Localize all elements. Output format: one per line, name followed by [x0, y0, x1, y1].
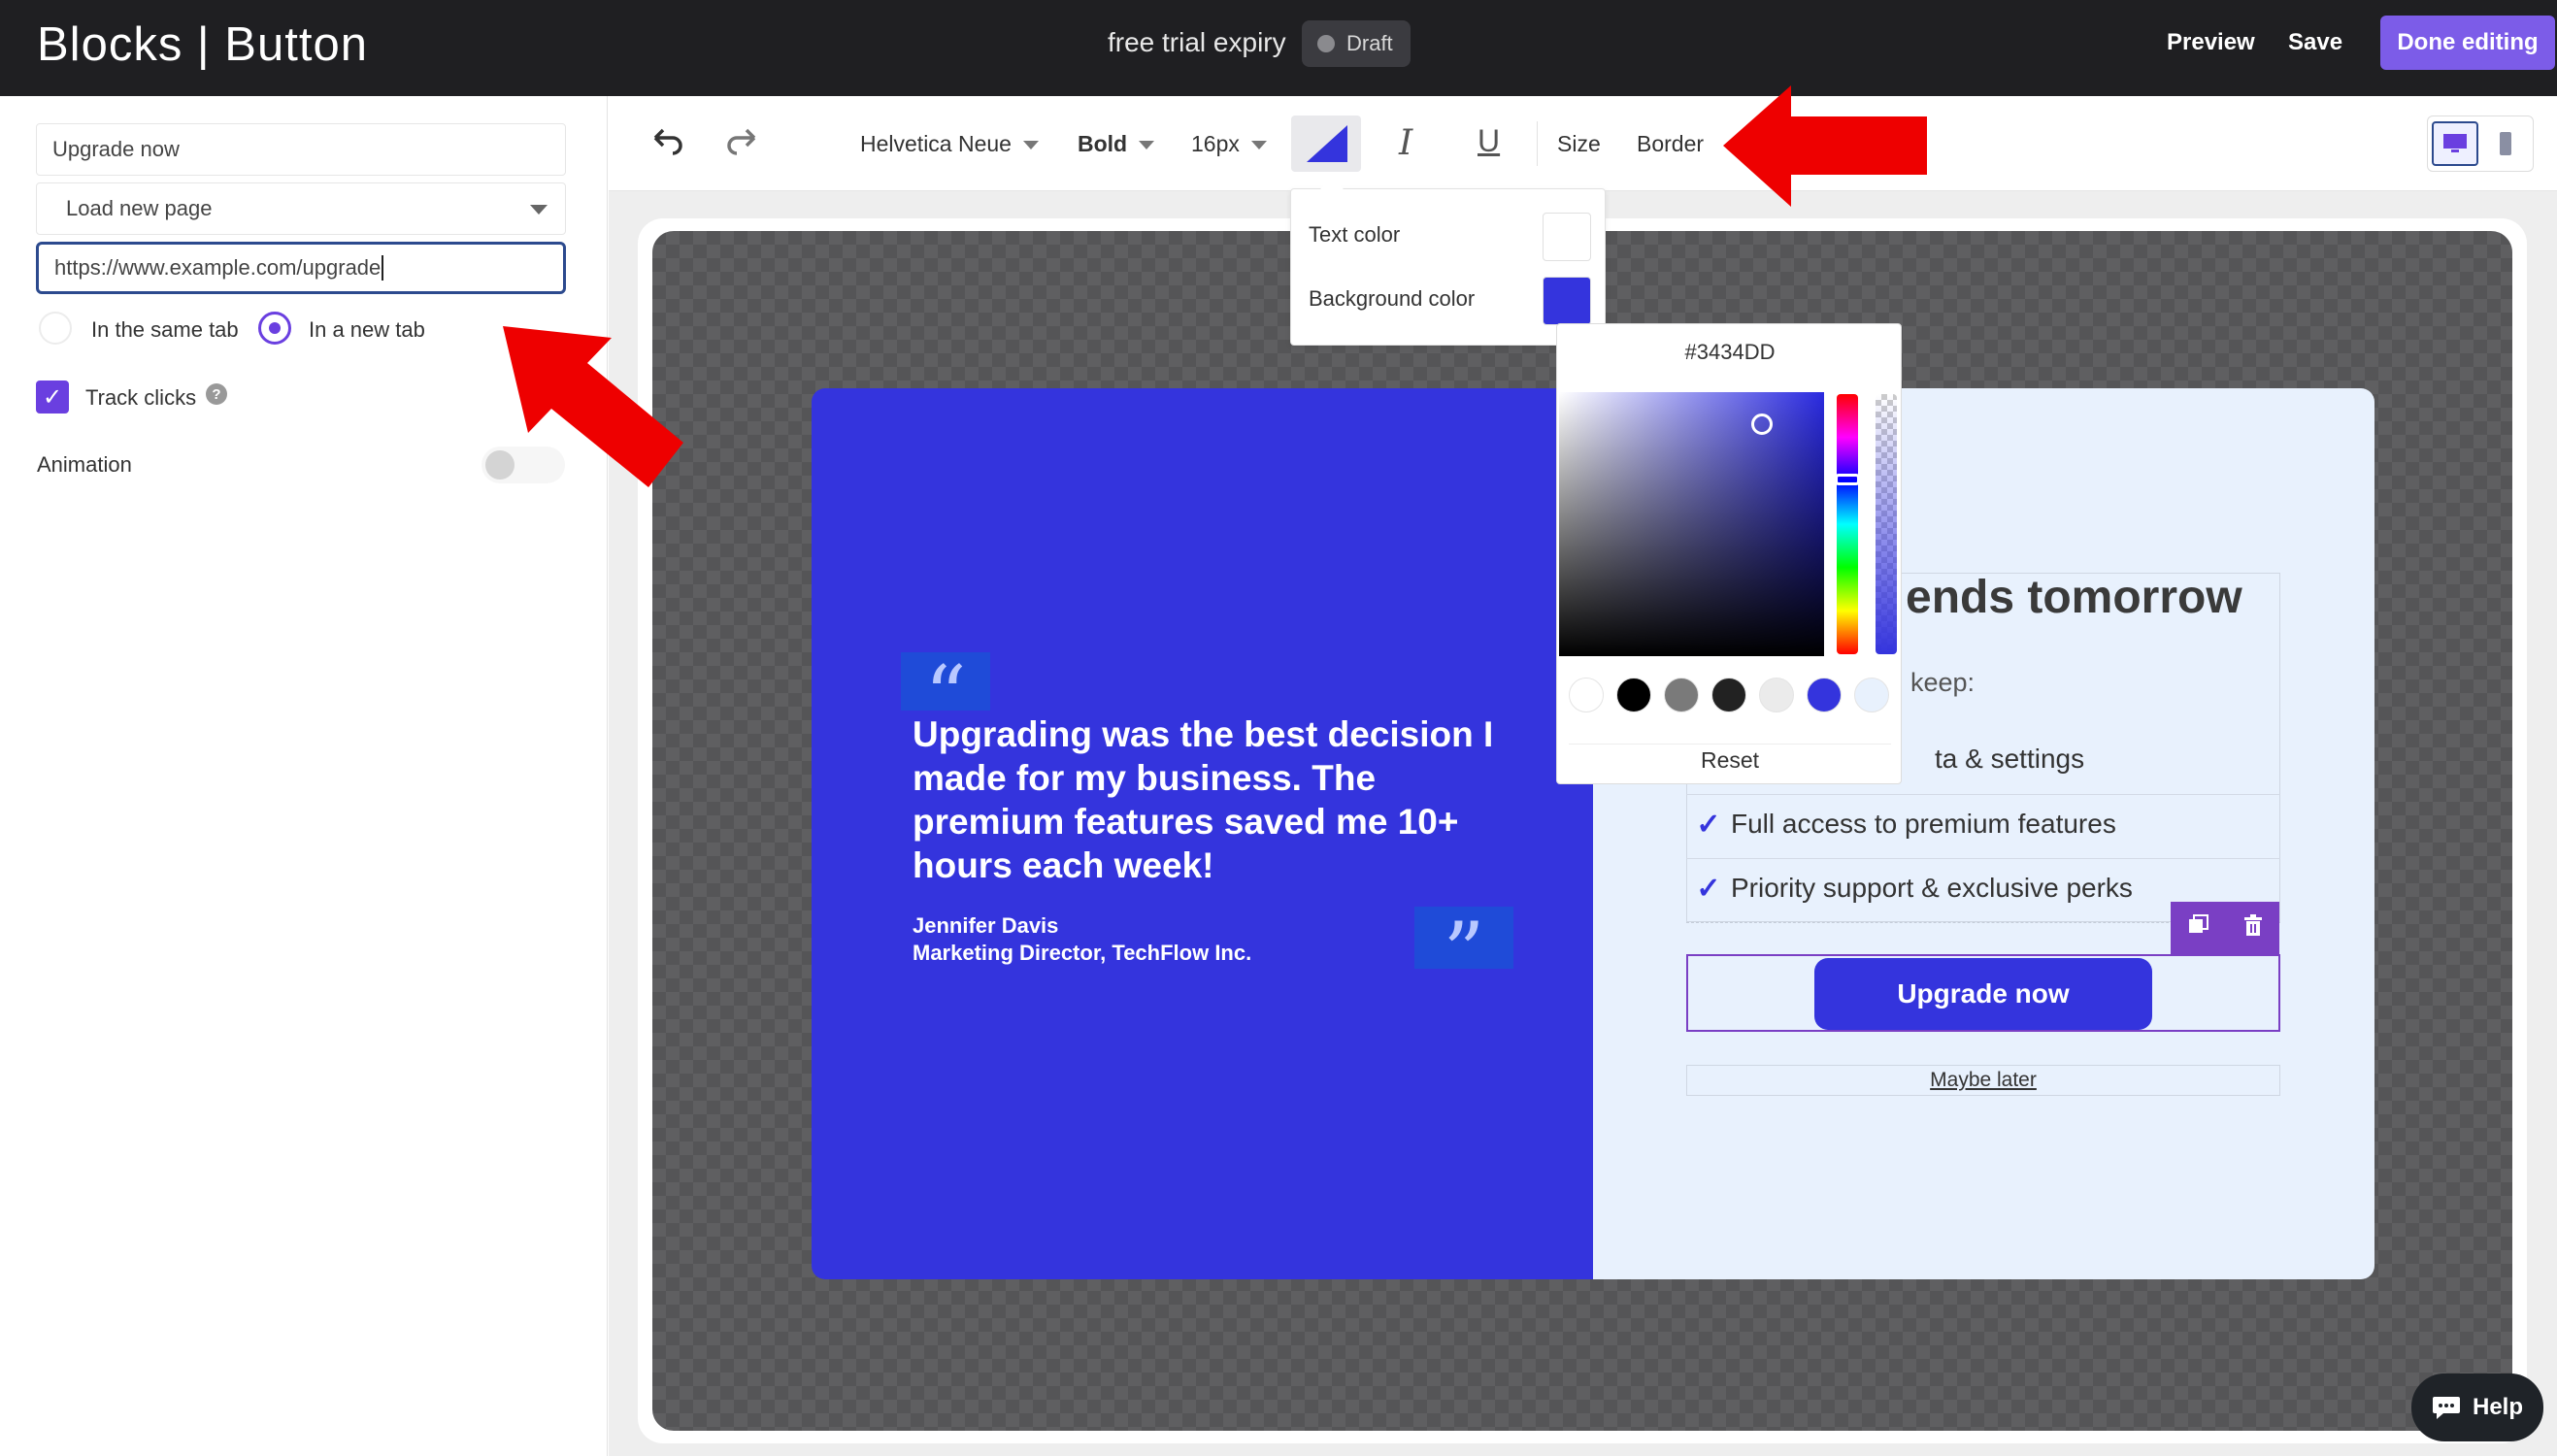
chevron-down-icon [1139, 141, 1155, 150]
text-cursor [382, 255, 384, 281]
duplicate-icon[interactable] [2187, 913, 2210, 943]
save-button[interactable]: Save [2288, 29, 2342, 56]
checkmark-icon: ✓ [42, 383, 63, 411]
checkmark-icon: ✓ [1696, 808, 1721, 841]
preview-button[interactable]: Preview [2167, 29, 2255, 56]
done-editing-button[interactable]: Done editing [2380, 16, 2555, 70]
track-clicks-label: Track clicks [85, 385, 197, 410]
maybe-later-link[interactable]: Maybe later [1686, 1065, 2280, 1096]
url-input-value: https://www.example.com/upgrade [54, 255, 382, 280]
preset-swatch-blue[interactable] [1807, 678, 1842, 712]
action-select[interactable]: Load new page [36, 182, 566, 235]
preset-swatch-dark[interactable] [1711, 678, 1746, 712]
hue-slider[interactable] [1835, 394, 1860, 654]
preset-swatch-white[interactable] [1569, 678, 1604, 712]
color-fill-icon [1307, 125, 1347, 162]
size-tab[interactable]: Size [1557, 131, 1601, 157]
color-menu: Text color Background color [1290, 178, 1606, 346]
document-name[interactable]: free trial expiry [1108, 27, 1286, 58]
format-toolbar: Helvetica Neue Bold 16px I U Size Border [609, 96, 2557, 191]
chat-bubble-icon [2432, 1397, 2460, 1419]
text-color-swatch[interactable] [1543, 213, 1591, 261]
saturation-brightness-area[interactable] [1559, 392, 1824, 656]
list-item-text: Priority support & exclusive perks [1731, 873, 2133, 903]
font-size-value: 16px [1191, 131, 1240, 156]
list-item[interactable]: ✓ Full access to premium features [1686, 795, 2280, 853]
status-badge: Draft [1302, 20, 1411, 67]
italic-icon[interactable]: I [1399, 123, 1412, 163]
testimonial-quote[interactable]: Upgrading was the best decision I made f… [913, 712, 1534, 887]
same-tab-label: In the same tab [91, 317, 239, 342]
top-bar: Blocks | Button free trial expiry Draft … [0, 0, 2557, 96]
trash-icon[interactable] [2242, 913, 2264, 943]
testimonial-author[interactable]: Jennifer Davis Marketing Director, TechF… [913, 912, 1251, 967]
toolbar-divider [1537, 121, 1538, 166]
block-actions [2171, 902, 2279, 954]
font-family-select[interactable]: Helvetica Neue [860, 131, 1039, 157]
settings-panel: Upgrade now Load new page https://www.ex… [0, 96, 608, 1456]
chevron-down-icon [1250, 141, 1267, 150]
chevron-down-icon [530, 205, 548, 215]
animation-label: Animation [37, 452, 132, 477]
color-picker: #3434DD Reset [1556, 323, 1902, 784]
mobile-view-button[interactable] [2482, 121, 2529, 166]
button-text-input[interactable]: Upgrade now [36, 123, 566, 176]
underline-icon[interactable]: U [1478, 123, 1500, 159]
desktop-view-button[interactable] [2432, 121, 2478, 166]
font-size-select[interactable]: 16px [1191, 131, 1267, 157]
status-label: Draft [1346, 31, 1393, 55]
close-quote-icon[interactable]: ” [1414, 907, 1513, 993]
font-weight-select[interactable]: Bold [1078, 131, 1155, 157]
open-quote-icon[interactable]: “ [901, 652, 990, 737]
font-family-value: Helvetica Neue [860, 131, 1012, 156]
track-clicks-checkbox[interactable]: ✓ [36, 381, 69, 414]
color-button[interactable] [1291, 116, 1361, 172]
author-title: Marketing Director, TechFlow Inc. [913, 941, 1252, 965]
new-tab-radio[interactable] [258, 312, 291, 345]
hue-handle[interactable] [1835, 474, 1860, 485]
device-view-toggle [2427, 116, 2534, 172]
action-select-value: Load new page [66, 196, 213, 220]
border-tab[interactable]: Border [1637, 131, 1704, 157]
help-label: Help [2472, 1394, 2523, 1420]
help-button[interactable]: Help [2411, 1373, 2543, 1441]
mobile-icon [2500, 132, 2511, 155]
alpha-slider[interactable] [1876, 394, 1897, 654]
new-tab-label: In a new tab [309, 317, 425, 342]
font-weight-value: Bold [1078, 131, 1128, 156]
redo-icon[interactable] [723, 123, 762, 164]
arrow-left-icon [1723, 85, 1927, 207]
desktop-icon [2443, 134, 2467, 152]
preset-swatch-light-gray[interactable] [1759, 678, 1794, 712]
undo-icon[interactable] [648, 123, 686, 164]
preset-swatch-gray[interactable] [1664, 678, 1699, 712]
upgrade-now-button[interactable]: Upgrade now [1814, 958, 2152, 1030]
same-tab-radio[interactable] [39, 312, 72, 345]
arrow-up-left-icon [503, 326, 683, 487]
reset-color-button[interactable]: Reset [1569, 744, 1891, 777]
preset-swatches [1557, 676, 1903, 714]
status-dot-icon [1317, 35, 1335, 52]
preset-swatch-black[interactable] [1616, 678, 1651, 712]
chevron-down-icon [1022, 141, 1039, 150]
preset-swatch-light-blue[interactable] [1854, 678, 1889, 712]
background-color-label: Background color [1309, 286, 1476, 311]
app-title: Blocks | Button [37, 18, 368, 71]
list-item-text: ta & settings [1935, 744, 2085, 774]
author-name: Jennifer Davis [913, 913, 1059, 938]
background-color-swatch[interactable] [1543, 277, 1591, 325]
text-color-label: Text color [1309, 222, 1401, 247]
checkmark-icon: ✓ [1696, 872, 1721, 905]
url-input[interactable]: https://www.example.com/upgrade [36, 242, 566, 294]
color-knob[interactable] [1751, 414, 1773, 435]
list-item-text: Full access to premium features [1731, 809, 2116, 839]
hex-value-input[interactable]: #3434DD [1557, 340, 1903, 365]
help-tooltip-icon[interactable]: ? [206, 383, 227, 405]
